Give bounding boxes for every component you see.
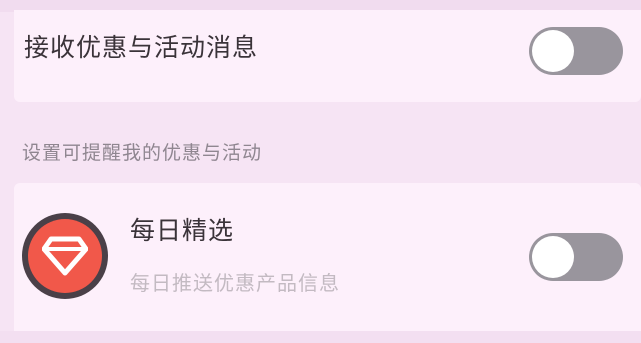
section-caption: 设置可提醒我的优惠与活动 [22,142,263,164]
receive-promo-label: 接收优惠与活动消息 [24,33,259,62]
receive-promo-toggle[interactable] [529,27,623,75]
bottom-divider [0,331,641,343]
daily-pick-title: 每日精选 [130,216,235,245]
toggle-knob [532,30,574,72]
daily-pick-badge [22,213,108,299]
settings-screen: 接收优惠与活动消息 设置可提醒我的优惠与活动 每日精选 每日推送优惠产品信息 [0,0,641,343]
toggle-knob [532,236,574,278]
daily-pick-badge-fill [28,219,102,293]
daily-pick-subtitle: 每日推送优惠产品信息 [130,271,340,295]
diamond-icon [42,236,88,276]
daily-pick-toggle[interactable] [529,233,623,281]
